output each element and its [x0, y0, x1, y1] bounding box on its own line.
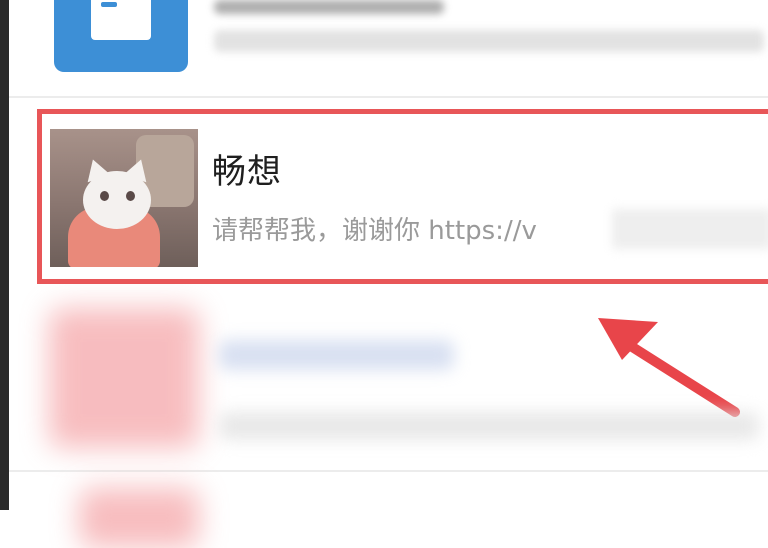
blurred-preview — [219, 412, 759, 440]
chat-list-item-highlighted[interactable]: 畅想 请帮帮我，谢谢你 https://v — [37, 109, 768, 284]
left-edge-bar — [0, 0, 9, 510]
blurred-title — [214, 0, 444, 14]
chat-name: 畅想 — [212, 152, 282, 192]
row-divider — [9, 96, 768, 98]
row-divider — [9, 470, 768, 472]
blurred-avatar — [79, 488, 199, 548]
blurred-title — [219, 340, 454, 370]
chat-list-item-blurred[interactable] — [9, 300, 768, 470]
blurred-link — [612, 209, 768, 249]
blurred-avatar — [49, 308, 199, 448]
avatar — [50, 129, 198, 267]
chat-list-item-top[interactable] — [9, 0, 768, 100]
chat-preview: 请帮帮我，谢谢你 https://v — [212, 216, 537, 246]
document-icon — [54, 0, 188, 72]
blurred-preview — [214, 30, 764, 52]
chat-list-item-blurred[interactable] — [9, 478, 768, 548]
